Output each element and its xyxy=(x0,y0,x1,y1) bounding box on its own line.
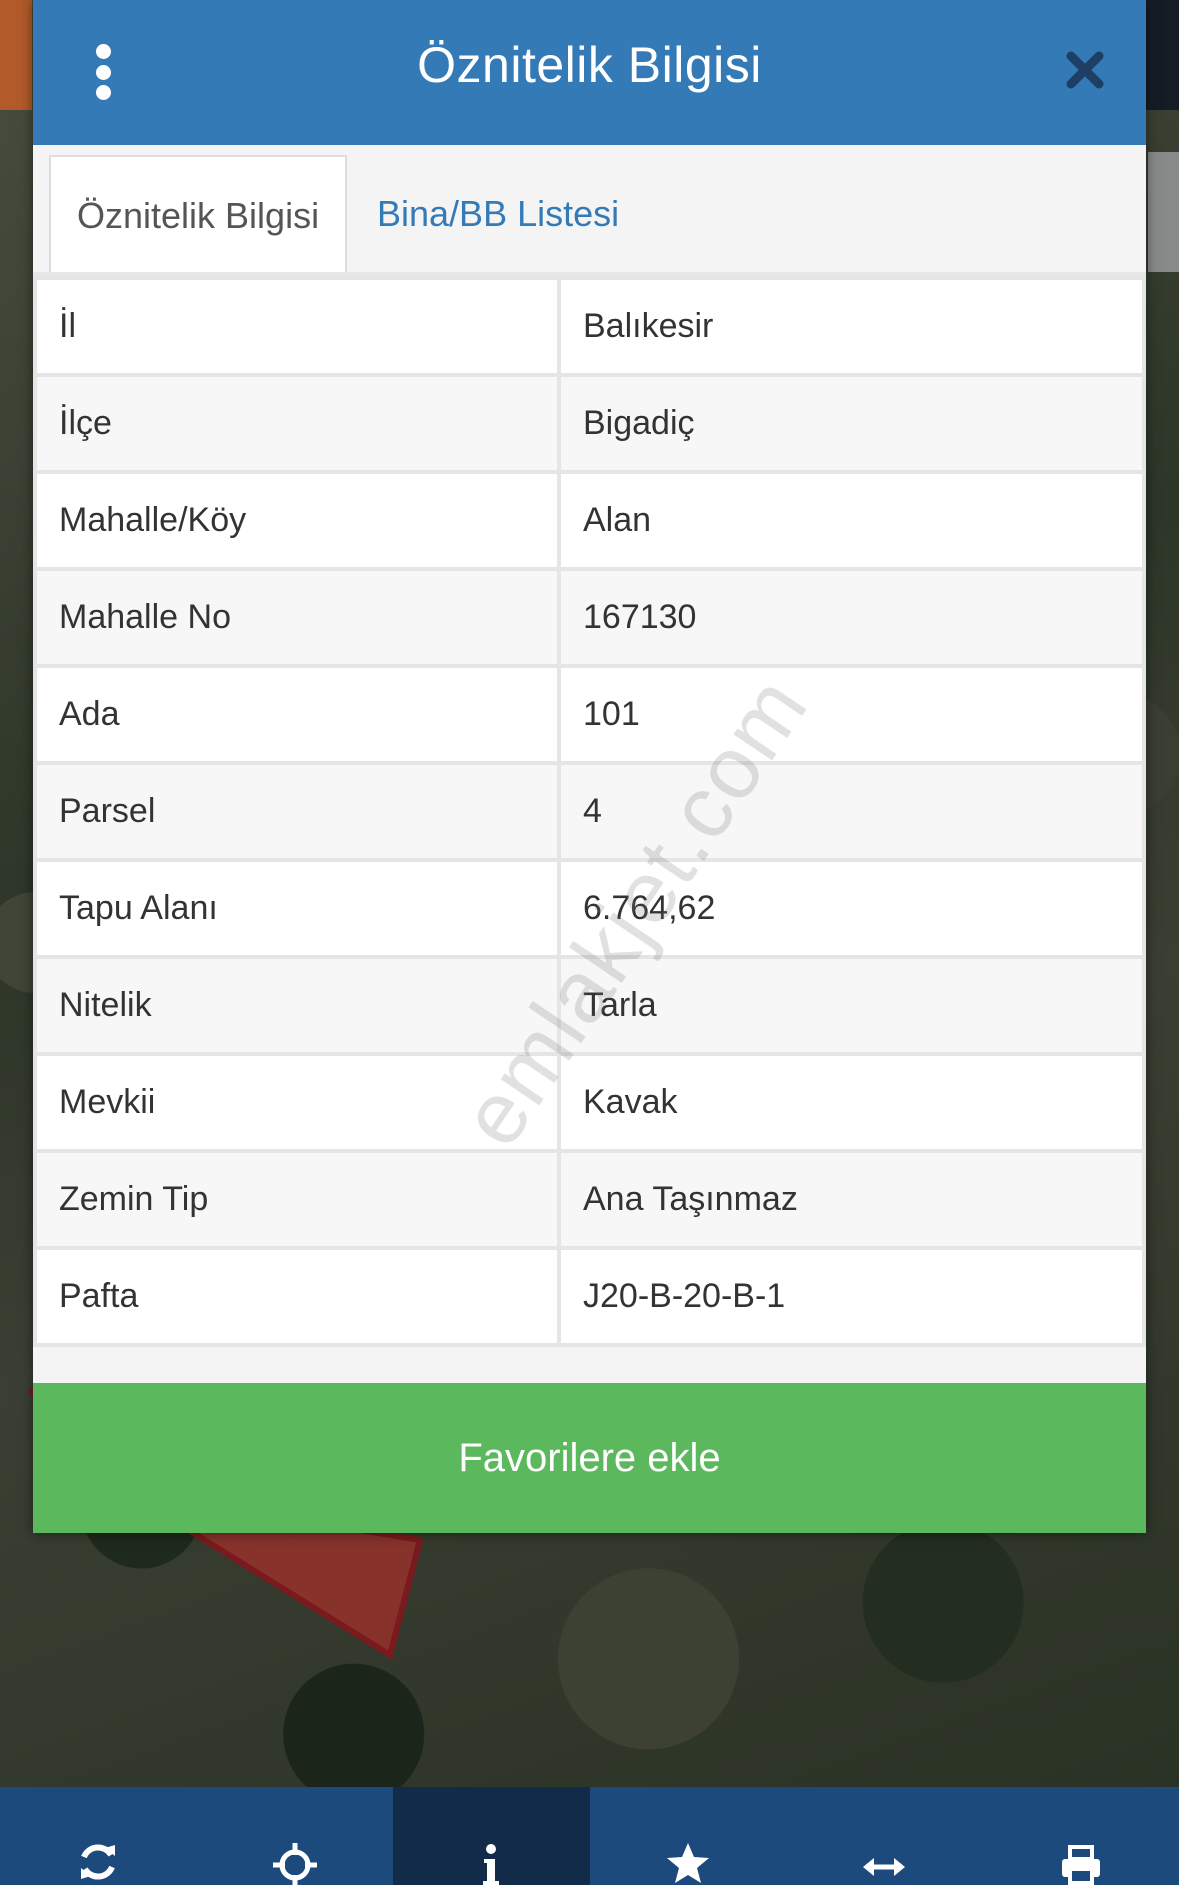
tab-building-list[interactable]: Bina/BB Listesi xyxy=(351,155,645,272)
attribute-key: Mevkii xyxy=(33,1052,561,1153)
map-scroll-handle[interactable] xyxy=(1148,152,1179,272)
attribute-key: Zemin Tip xyxy=(33,1149,561,1250)
attribute-value: Ana Taşınmaz xyxy=(557,1149,1146,1250)
dialog-header: Öznitelik Bilgisi xyxy=(33,0,1146,145)
attribute-dialog: Öznitelik Bilgisi Öznitelik Bilgisi Bina… xyxy=(33,0,1146,1533)
table-row: Ada 101 xyxy=(33,664,1146,765)
attribute-value: Kavak xyxy=(557,1052,1146,1153)
table-row: Nitelik Tarla xyxy=(33,955,1146,1056)
table-row: Tapu Alanı 6.764,62 xyxy=(33,858,1146,959)
attribute-key: İl xyxy=(33,276,561,377)
attribute-key: İlçe xyxy=(33,373,561,474)
attribute-key: Mahalle/Köy xyxy=(33,470,561,571)
add-to-favorites-button[interactable]: Favorilere ekle xyxy=(33,1383,1146,1533)
attribute-value: 101 xyxy=(557,664,1146,765)
attribute-table: İl Balıkesir İlçe Bigadiç Mahalle/Köy Alan Mah… xyxy=(33,276,1146,1347)
bottom-toolbar xyxy=(0,1787,1179,1885)
refresh-icon xyxy=(81,1844,116,1880)
attribute-key: Ada xyxy=(33,664,561,765)
close-icon[interactable] xyxy=(1063,48,1107,92)
attribute-value: 4 xyxy=(557,761,1146,862)
attribute-value: 6.764,62 xyxy=(557,858,1146,959)
table-row: Parsel 4 xyxy=(33,761,1146,862)
table-row: Zemin Tip Ana Taşınmaz xyxy=(33,1149,1146,1250)
favorites-button[interactable] xyxy=(590,1787,787,1885)
measure-button[interactable] xyxy=(786,1787,983,1885)
attribute-key: Parsel xyxy=(33,761,561,862)
map-tile-edge-right xyxy=(1146,0,1179,110)
tab-attribute-info[interactable]: Öznitelik Bilgisi xyxy=(49,155,348,272)
attribute-value: Balıkesir xyxy=(557,276,1146,377)
table-row: Mevkii Kavak xyxy=(33,1052,1146,1153)
attribute-key: Pafta xyxy=(33,1246,561,1347)
attribute-key: Nitelik xyxy=(33,955,561,1056)
attribute-key: Mahalle No xyxy=(33,567,561,668)
attribute-value: 167130 xyxy=(557,567,1146,668)
print-button[interactable] xyxy=(983,1787,1179,1885)
table-row: İl Balıkesir xyxy=(33,276,1146,377)
info-icon xyxy=(483,1844,500,1885)
star-icon xyxy=(666,1843,709,1883)
tab-bar: Öznitelik Bilgisi Bina/BB Listesi xyxy=(33,145,1146,276)
attribute-value: J20-B-20-B-1 xyxy=(557,1246,1146,1347)
table-row: İlçe Bigadiç xyxy=(33,373,1146,474)
table-row: Pafta J20-B-20-B-1 xyxy=(33,1246,1146,1347)
map-tile-edge xyxy=(0,0,32,110)
refresh-button[interactable] xyxy=(0,1787,197,1885)
table-row: Mahalle No 167130 xyxy=(33,567,1146,668)
attribute-value: Tarla xyxy=(557,955,1146,1056)
attribute-value: Bigadiç xyxy=(557,373,1146,474)
info-button[interactable] xyxy=(393,1787,590,1885)
locate-button[interactable] xyxy=(197,1787,394,1885)
table-row: Mahalle/Köy Alan xyxy=(33,470,1146,571)
print-icon xyxy=(1061,1845,1100,1885)
crosshair-icon xyxy=(272,1843,317,1885)
measure-arrows-icon xyxy=(863,1858,906,1876)
dialog-title: Öznitelik Bilgisi xyxy=(417,37,762,93)
attribute-key: Tapu Alanı xyxy=(33,858,561,959)
attribute-value: Alan xyxy=(557,470,1146,571)
